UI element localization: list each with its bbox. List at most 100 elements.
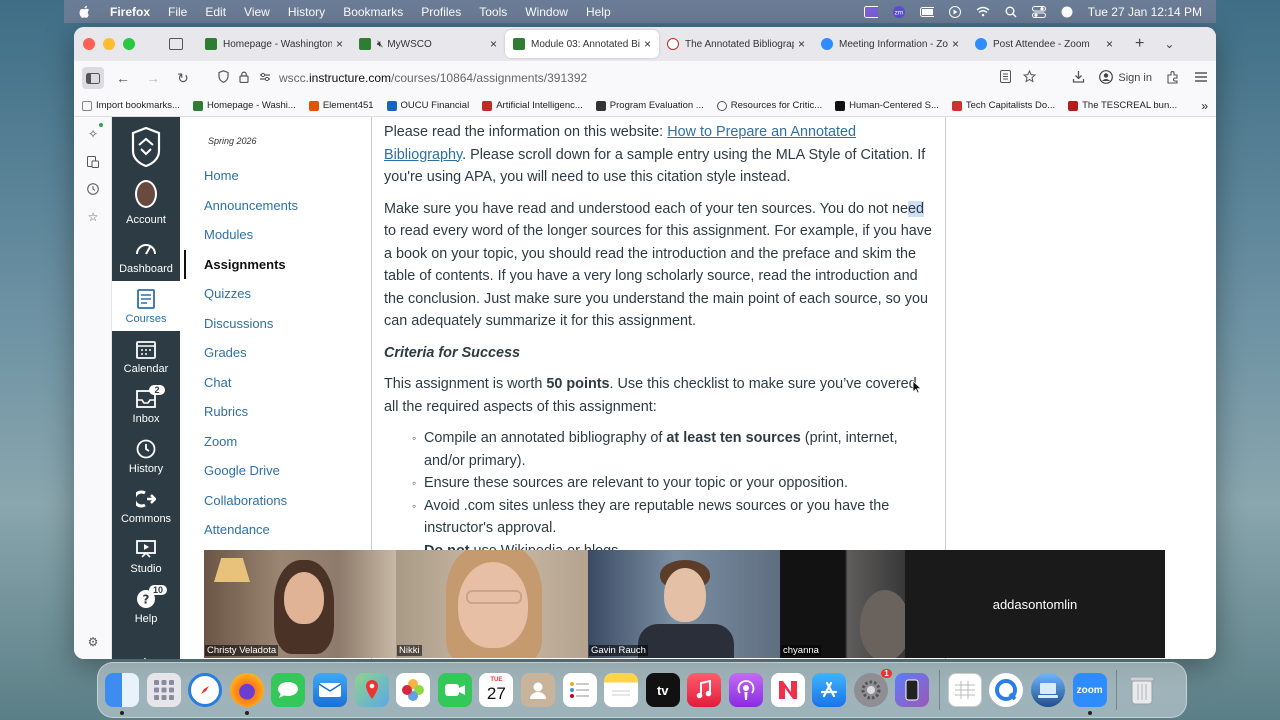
- bookmark-star-icon[interactable]: [1023, 69, 1037, 86]
- close-window-button[interactable]: [83, 38, 95, 50]
- more-bookmarks-chevron-icon[interactable]: »: [1201, 99, 1208, 113]
- institution-logo[interactable]: [112, 117, 180, 177]
- close-tab-icon[interactable]: ×: [336, 37, 343, 51]
- lock-icon[interactable]: [239, 71, 249, 86]
- customize-gear-icon[interactable]: ⚙: [86, 635, 100, 649]
- podcasts-icon[interactable]: [728, 673, 763, 707]
- url-bar[interactable]: wscc. instructure.com/courses/10864/assig…: [212, 65, 1042, 91]
- spotlight-search-icon[interactable]: [1004, 6, 1018, 18]
- collapse-nav-arrow-icon[interactable]: ↙: [136, 653, 148, 659]
- bookmark-resources-critic[interactable]: Resources for Critic...: [716, 100, 822, 111]
- menu-window[interactable]: Window: [525, 5, 568, 19]
- menu-file[interactable]: File: [168, 5, 187, 19]
- quickshare-app-icon[interactable]: [989, 673, 1024, 707]
- bookmark-tescreal[interactable]: The TESCREAL bun...: [1068, 100, 1177, 111]
- global-nav-courses[interactable]: Courses: [112, 281, 180, 331]
- course-nav-quizzes[interactable]: Quizzes: [180, 279, 371, 309]
- course-nav-rubrics[interactable]: Rubrics: [180, 397, 371, 427]
- bookmark-oucu-financial[interactable]: OUCU Financial: [386, 100, 469, 111]
- course-nav-google-drive[interactable]: Google Drive: [180, 456, 371, 486]
- extensions-icon[interactable]: [1166, 70, 1180, 87]
- spreadsheet-document-icon[interactable]: [947, 673, 982, 707]
- bookmarks-star-icon[interactable]: ☆: [86, 210, 100, 224]
- tab-overview-icon[interactable]: [169, 38, 183, 50]
- play-icon[interactable]: [948, 5, 962, 18]
- system-settings-icon[interactable]: 1: [853, 669, 892, 707]
- tab-meeting-information-zoom[interactable]: Meeting Information - Zo ×: [813, 30, 967, 58]
- bookmark-human-centered[interactable]: Human-Centered S...: [835, 100, 939, 111]
- zoom-participant-tile-no-video[interactable]: addasontomlin: [905, 550, 1165, 658]
- downloads-icon[interactable]: [1072, 70, 1085, 86]
- tab-homepage-washington[interactable]: Homepage - Washington ×: [197, 30, 351, 58]
- tracking-protection-shield-icon[interactable]: [218, 70, 229, 86]
- menu-view[interactable]: View: [244, 5, 270, 19]
- firefox-icon[interactable]: [229, 673, 264, 715]
- safari-icon[interactable]: [188, 673, 223, 707]
- finder-icon[interactable]: [105, 673, 139, 715]
- course-nav-discussions[interactable]: Discussions: [180, 309, 371, 339]
- global-nav-account[interactable]: Account: [112, 177, 180, 231]
- course-nav-attendance[interactable]: Attendance: [180, 515, 371, 545]
- menu-history[interactable]: History: [288, 5, 325, 19]
- notes-icon[interactable]: [604, 673, 639, 707]
- menu-tools[interactable]: Tools: [479, 5, 507, 19]
- zoom-participant-tile[interactable]: Christy Veladota: [204, 550, 396, 658]
- synced-tabs-icon[interactable]: [86, 155, 100, 169]
- screen-share-icon[interactable]: [863, 5, 878, 18]
- close-tab-icon[interactable]: ×: [1106, 37, 1113, 51]
- muted-audio-icon[interactable]: 🔇︎: [377, 39, 383, 50]
- photos-icon[interactable]: [396, 673, 431, 707]
- tab-module-03[interactable]: Module 03: Annotated Bi ×: [505, 30, 659, 58]
- app-menu-hamburger-icon[interactable]: [1194, 71, 1208, 86]
- tab-mywsco[interactable]: 🔇︎ MyWSCO ×: [351, 30, 505, 58]
- course-nav-grades[interactable]: Grades: [180, 338, 371, 368]
- battery-icon[interactable]: [919, 6, 934, 18]
- menu-edit[interactable]: Edit: [205, 5, 226, 19]
- forward-arrow-icon[interactable]: →: [142, 67, 164, 89]
- tab-post-attendee-zoom[interactable]: Post Attendee - Zoom ×: [967, 30, 1121, 58]
- new-tab-icon[interactable]: +: [1135, 35, 1144, 53]
- sidebar-toggle-icon[interactable]: [82, 67, 104, 89]
- reminders-icon[interactable]: [562, 673, 597, 707]
- iphone-mirroring-icon[interactable]: [895, 673, 930, 707]
- zoom-app-icon[interactable]: zoom: [1072, 673, 1107, 715]
- back-arrow-icon[interactable]: ←: [112, 67, 134, 89]
- global-nav-studio[interactable]: Studio: [112, 531, 180, 581]
- bookmark-import[interactable]: Import bookmarks...: [82, 100, 180, 111]
- zoom-status-icon[interactable]: zm: [892, 5, 906, 18]
- trash-icon[interactable]: [1125, 673, 1159, 707]
- zoom-participant-tile[interactable]: Nikki: [396, 550, 588, 658]
- close-tab-icon[interactable]: ×: [952, 37, 959, 51]
- zoom-participant-tile[interactable]: Gavin Rauch: [588, 550, 780, 658]
- course-nav-collaborations[interactable]: Collaborations: [180, 486, 371, 516]
- close-tab-icon[interactable]: ×: [644, 37, 651, 51]
- messages-icon[interactable]: [271, 673, 306, 707]
- course-nav-modules[interactable]: Modules: [180, 220, 371, 250]
- contacts-icon[interactable]: [520, 673, 555, 707]
- menu-help[interactable]: Help: [586, 5, 611, 19]
- sign-in-button[interactable]: Sign in: [1099, 69, 1152, 87]
- news-icon[interactable]: [770, 673, 805, 707]
- facetime-icon[interactable]: [437, 673, 472, 707]
- global-nav-history[interactable]: History: [112, 431, 180, 481]
- menubar-clock[interactable]: Tue 27 Jan 12:14 PM: [1088, 5, 1202, 19]
- bookmark-tech-capitalists[interactable]: Tech Capitalists Do...: [951, 100, 1055, 111]
- bookmark-element451[interactable]: Element451: [308, 100, 374, 111]
- music-icon[interactable]: [687, 673, 722, 707]
- zoom-participant-tile[interactable]: chyanna: [780, 550, 905, 658]
- menu-app-name[interactable]: Firefox: [110, 5, 150, 19]
- menu-bookmarks[interactable]: Bookmarks: [343, 5, 403, 19]
- course-nav-assignments[interactable]: Assignments: [184, 249, 371, 279]
- course-nav-announcements[interactable]: Announcements: [180, 191, 371, 221]
- maximize-window-button[interactable]: [123, 38, 135, 50]
- calendar-app-icon[interactable]: TUE 27: [479, 673, 514, 707]
- wifi-icon[interactable]: [976, 6, 990, 18]
- apple-tv-icon[interactable]: tv: [645, 673, 680, 707]
- course-nav-chat[interactable]: Chat: [180, 368, 371, 398]
- minimize-window-button[interactable]: [103, 38, 115, 50]
- migration-assistant-icon[interactable]: [1031, 673, 1066, 707]
- global-nav-help[interactable]: ? 10 Help: [112, 581, 180, 631]
- reload-icon[interactable]: ↻: [172, 67, 194, 89]
- launchpad-icon[interactable]: [146, 673, 181, 707]
- global-nav-commons[interactable]: Commons: [112, 481, 180, 531]
